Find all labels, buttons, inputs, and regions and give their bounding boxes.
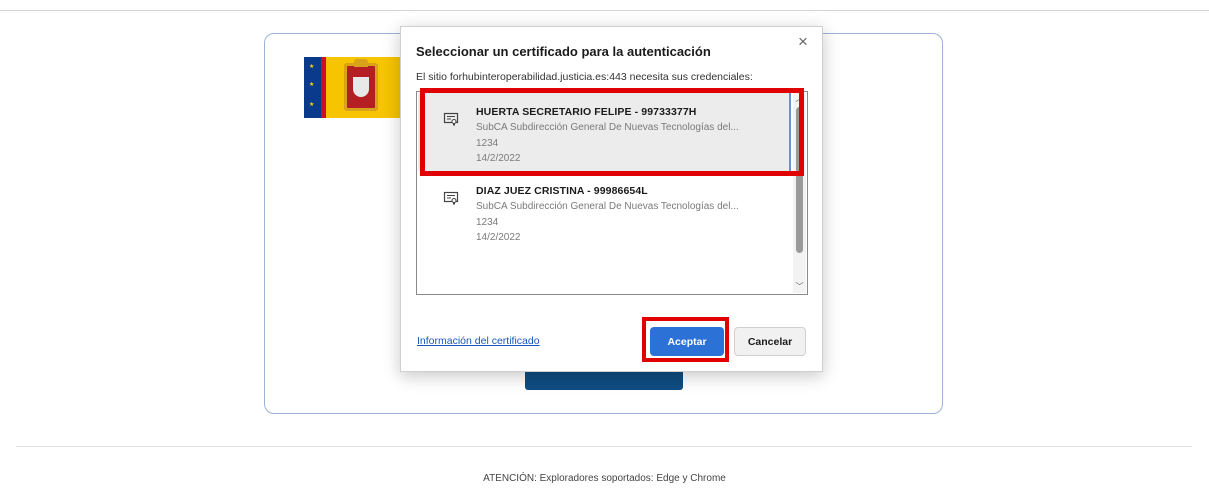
supported-browsers-note: ATENCIÓN: Exploradores soportados: Edge … <box>483 473 726 484</box>
top-divider <box>0 10 1209 11</box>
scroll-thumb[interactable] <box>796 107 803 253</box>
chevron-down-icon[interactable]: ﹀ <box>793 281 806 293</box>
footer-divider <box>16 446 1192 447</box>
dialog-title: Seleccionar un certificado para la auten… <box>416 44 711 59</box>
chevron-up-icon[interactable]: ︿ <box>793 93 806 105</box>
accept-button[interactable]: Aceptar <box>650 327 724 356</box>
government-logo: ★ ★ ★ <box>304 57 400 118</box>
certificate-issuer: SubCA Subdirección General De Nuevas Tec… <box>476 201 739 212</box>
eu-flag-icon: ★ ★ ★ <box>304 57 321 118</box>
certificate-serial: 1234 <box>476 138 499 149</box>
cancel-button[interactable]: Cancelar <box>734 327 806 356</box>
list-scrollbar[interactable]: ︿ ﹀ <box>793 93 806 293</box>
page: ★★★ G D ATENCIÓN: Exploradores soportado… <box>0 0 1209 503</box>
certificate-list[interactable]: HUERTA SECRETARIO FELIPE - 99733377H Sub… <box>416 91 808 295</box>
certificate-icon <box>443 191 459 205</box>
certificate-issuer: SubCA Subdirección General De Nuevas Tec… <box>476 122 739 133</box>
certificate-serial: 1234 <box>476 217 499 228</box>
coat-of-arms-icon <box>344 59 378 111</box>
certificate-info-link[interactable]: Información del certificado <box>417 335 540 347</box>
certificate-item-huerta[interactable]: HUERTA SECRETARIO FELIPE - 99733377H Sub… <box>418 93 791 171</box>
certificate-item-diaz[interactable]: DIAZ JUEZ CRISTINA - 99986654L SubCA Sub… <box>418 172 791 250</box>
certificate-icon <box>443 112 459 126</box>
certificate-name: HUERTA SECRETARIO FELIPE - 99733377H <box>476 106 697 118</box>
dialog-subtitle: El sitio forhubinteroperabilidad.justici… <box>416 71 753 83</box>
certificate-date: 14/2/2022 <box>476 232 521 243</box>
close-icon[interactable]: × <box>794 33 812 51</box>
certificate-selection-dialog: Seleccionar un certificado para la auten… <box>400 26 823 372</box>
certificate-name: DIAZ JUEZ CRISTINA - 99986654L <box>476 185 648 197</box>
certificate-date: 14/2/2022 <box>476 153 521 164</box>
